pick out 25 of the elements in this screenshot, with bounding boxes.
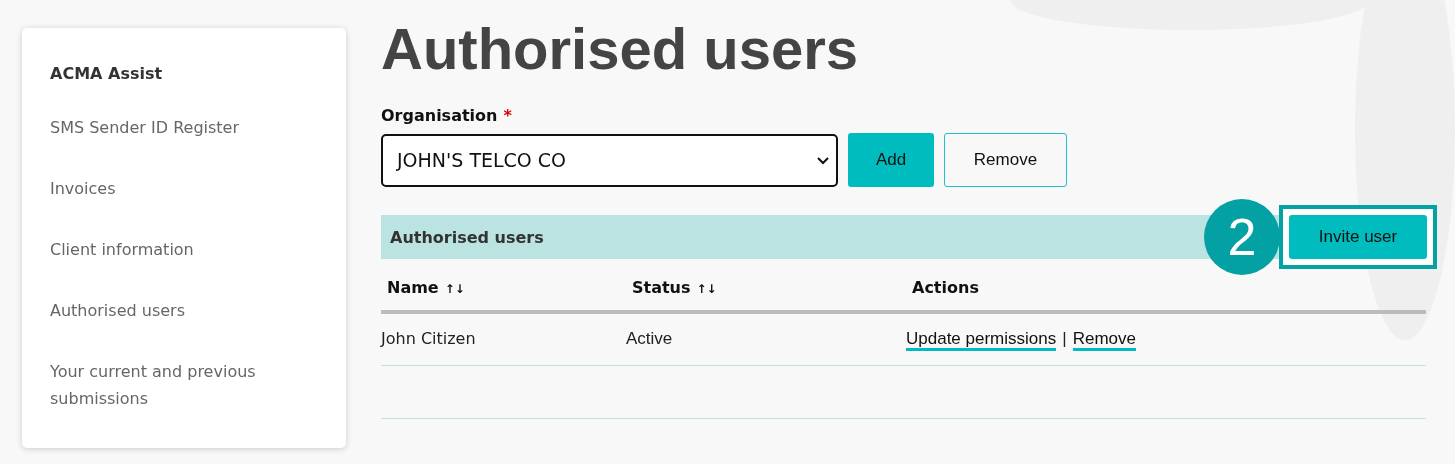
sort-icon[interactable]: ↑↓	[696, 282, 717, 296]
sidebar-link[interactable]: Your current and previous submissions	[50, 358, 318, 412]
organisation-select[interactable]: JOHN'S TELCO CO	[381, 133, 838, 187]
sort-icon[interactable]: ↑↓	[444, 282, 465, 296]
table-cell: John Citizen	[381, 329, 476, 348]
sidebar-link[interactable]: Client information	[50, 236, 318, 263]
update-permissions-link[interactable]: Update permissions	[906, 328, 1057, 351]
column-header[interactable]: Name	[387, 278, 439, 297]
add-button[interactable]: Add	[848, 133, 934, 187]
invite-user-button[interactable]: Invite user	[1289, 215, 1427, 259]
callout-number: 2	[1204, 199, 1280, 275]
separator: |	[1062, 328, 1067, 348]
page-title: Authorised users	[381, 15, 858, 83]
remove-link[interactable]: Remove	[1072, 328, 1136, 351]
column-header[interactable]: Status	[632, 278, 691, 297]
section-title: Authorised users	[390, 227, 544, 247]
remove-button[interactable]: Remove	[944, 133, 1067, 187]
required-mark: *	[503, 106, 512, 125]
sidebar-title: ACMA Assist	[50, 64, 164, 83]
field-label: Organisation	[381, 106, 498, 125]
column-header[interactable]: Actions	[912, 278, 979, 297]
sidebar-link[interactable]: Authorised users	[50, 297, 318, 324]
sidebar-link[interactable]: Invoices	[50, 175, 318, 202]
table-cell: Active	[626, 328, 673, 348]
sidebar-link[interactable]: SMS Sender ID Register	[50, 114, 318, 141]
